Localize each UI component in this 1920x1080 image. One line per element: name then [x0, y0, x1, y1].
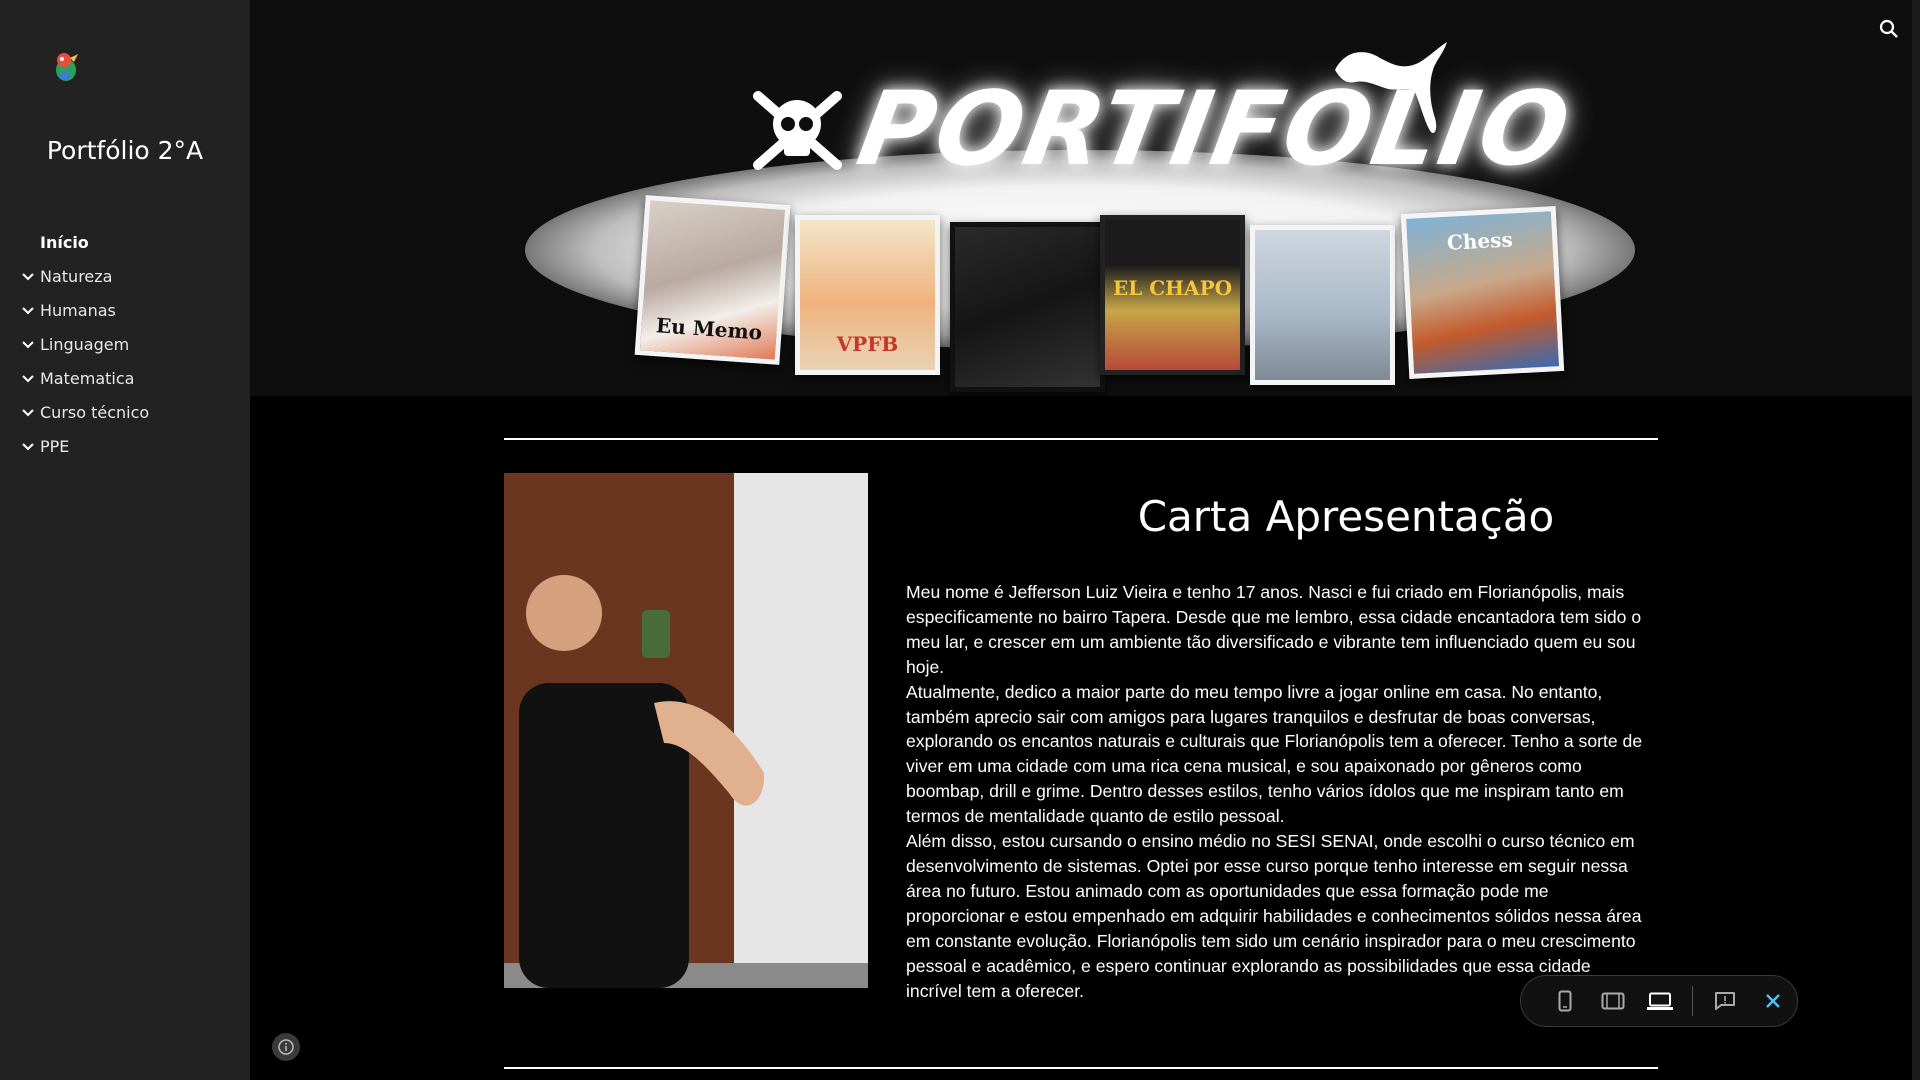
album-cover [950, 222, 1105, 392]
nav-item-label: Curso técnico [40, 403, 150, 422]
report-button[interactable] [1701, 981, 1749, 1021]
chevron-down-icon[interactable] [22, 362, 34, 396]
nav-item-label: Natureza [40, 267, 113, 286]
close-icon [1766, 994, 1780, 1008]
skull-icon [750, 88, 845, 177]
chevron-down-icon[interactable] [22, 430, 34, 464]
album-title: VPFB [836, 332, 899, 356]
tablet-view-button[interactable] [1589, 981, 1637, 1021]
info-icon [278, 1039, 294, 1055]
nav-item-inicio[interactable]: Início [0, 226, 250, 260]
album-cover: VPFB [795, 215, 940, 375]
scrollbar[interactable] [1912, 0, 1920, 1080]
page-title: Carta Apresentação [1137, 492, 1555, 541]
nav-item-label: Matematica [40, 369, 135, 388]
banner-title: PORTIFOLIO [849, 70, 1580, 189]
search-button[interactable] [1874, 14, 1904, 44]
album-cover: Eu Memo [634, 195, 791, 365]
album-title: Eu Memo [655, 313, 763, 345]
sidebar: Portfólio 2°A Início Natureza Humanas Li… [0, 0, 250, 1080]
laptop-view-button[interactable] [1637, 981, 1685, 1021]
profile-photo [504, 473, 868, 988]
album-title: EL CHAPO [1112, 276, 1233, 300]
album-cover: EL CHAPO [1100, 215, 1245, 375]
nav-item-label: Linguagem [40, 335, 130, 354]
report-icon [1715, 992, 1736, 1010]
nav-item-label: PPE [40, 437, 70, 456]
puma-logo-icon [1325, 40, 1455, 144]
laptop-view-icon [1647, 992, 1674, 1010]
bio-paragraph: Meu nome é Jefferson Luiz Vieira e tenho… [906, 582, 1642, 677]
nav-item-label: Humanas [40, 301, 116, 320]
bio-text: Meu nome é Jefferson Luiz Vieira e tenho… [906, 580, 1646, 1003]
chevron-down-icon[interactable] [22, 260, 34, 294]
nav-item-linguagem[interactable]: Linguagem [0, 328, 250, 362]
album-title: Chess [1446, 227, 1514, 255]
tablet-view-icon [1601, 992, 1625, 1010]
nav-item-natureza[interactable]: Natureza [0, 260, 250, 294]
nav-item-label: Início [40, 233, 89, 252]
divider-top [504, 438, 1658, 440]
album-cover: Chess [1400, 206, 1565, 379]
album-cover [1250, 225, 1395, 385]
chevron-down-icon[interactable] [22, 328, 34, 362]
nav-item-matematica[interactable]: Matematica [0, 362, 250, 396]
bio-paragraph: Atualmente, dedico a maior parte do meu … [906, 681, 1643, 827]
search-icon [1879, 19, 1898, 38]
toolbar-separator [1692, 986, 1694, 1016]
sidebar-nav: Início Natureza Humanas Linguagem Matema… [0, 226, 250, 464]
info-button[interactable] [272, 1033, 300, 1061]
preview-toolbar [1520, 975, 1798, 1027]
site-logo-icon[interactable] [48, 48, 84, 84]
nav-item-humanas[interactable]: Humanas [0, 294, 250, 328]
phone-view-button[interactable] [1541, 981, 1589, 1021]
nav-item-ppe[interactable]: PPE [0, 430, 250, 464]
chevron-down-icon[interactable] [22, 294, 34, 328]
divider-bottom [504, 1067, 1658, 1069]
nav-item-curso-tecnico[interactable]: Curso técnico [0, 396, 250, 430]
header-banner: PORTIFOLIO Eu Memo VPFB EL CHAPO Chess [250, 0, 1912, 396]
site-title[interactable]: Portfólio 2°A [0, 136, 250, 165]
chevron-down-icon[interactable] [22, 396, 34, 430]
close-button[interactable] [1749, 981, 1797, 1021]
phone-view-icon [1558, 990, 1572, 1012]
